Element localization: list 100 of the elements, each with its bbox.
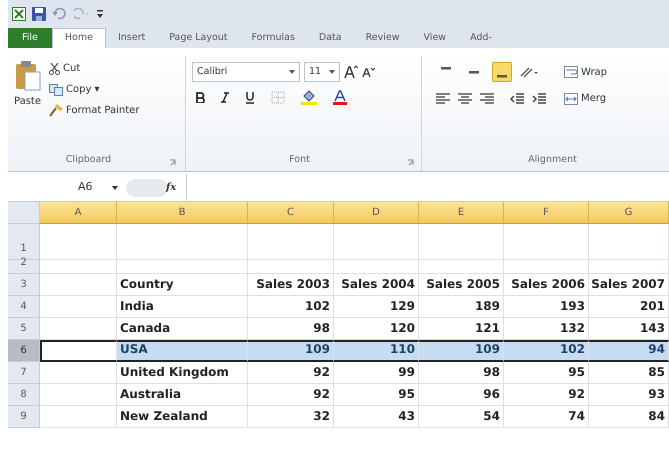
table-cell: Sales 2005 (419, 274, 504, 296)
row-header[interactable]: 2 (8, 260, 40, 274)
insert-function-button[interactable]: fx (166, 180, 176, 195)
table-cell: India (117, 296, 248, 318)
wrap-text-button[interactable]: Wrap (562, 64, 610, 80)
save-icon[interactable] (32, 7, 46, 21)
table-cell: 54 (419, 406, 504, 428)
table-cell: 102 (504, 340, 589, 362)
fill-color-icon[interactable] (301, 90, 317, 105)
copy-button[interactable]: Copy ▾ (47, 81, 142, 98)
group-label: Alignment (527, 152, 578, 167)
table-cell: 85 (589, 362, 669, 384)
shrink-font-icon[interactable] (362, 66, 375, 78)
table-cell: 99 (334, 362, 419, 384)
table-cell: 74 (504, 406, 589, 428)
table-cell: 92 (248, 384, 334, 406)
table-cell: Sales 2006 (504, 274, 589, 296)
table-cell: 201 (589, 296, 669, 318)
row-header[interactable]: 6 (8, 340, 40, 362)
align-right-icon[interactable] (480, 92, 494, 104)
column-header[interactable]: A (40, 202, 117, 224)
group-label: Clipboard (64, 152, 112, 167)
font-size-field[interactable]: 11 (304, 62, 340, 82)
file-tab[interactable]: File (8, 28, 52, 48)
table-cell: New Zealand (117, 406, 248, 428)
dialog-launcher-icon[interactable] (169, 159, 177, 167)
table-cell: 93 (589, 384, 669, 406)
cut-button[interactable]: Cut (47, 60, 142, 77)
table-cell: 102 (248, 296, 334, 318)
orientation-icon[interactable] (520, 66, 538, 78)
table-cell: 92 (248, 362, 334, 384)
excel-icon[interactable] (12, 7, 26, 21)
copy-icon (49, 84, 63, 96)
column-header[interactable]: F (504, 202, 589, 224)
table-cell: USA (117, 340, 248, 362)
align-center-icon[interactable] (458, 92, 472, 104)
table-cell: 95 (334, 384, 419, 406)
grow-font-icon[interactable] (344, 65, 358, 79)
table-cell: Australia (117, 384, 248, 406)
table-cell: 109 (419, 340, 504, 362)
ribbon-tab[interactable]: Data (306, 28, 354, 48)
clipboard-icon (14, 61, 40, 91)
column-header[interactable]: E (419, 202, 504, 224)
row-header[interactable]: 4 (8, 296, 40, 318)
ribbon-tab[interactable]: Page Layout (157, 28, 240, 48)
increase-indent-icon[interactable] (532, 92, 546, 104)
merge-icon (564, 92, 578, 104)
table-cell: Sales 2007 (589, 274, 669, 296)
table-cell: 109 (248, 340, 334, 362)
column-header[interactable]: D (334, 202, 419, 224)
table-cell: 94 (589, 340, 669, 362)
paste-button[interactable]: Paste (12, 60, 43, 119)
table-cell: 129 (334, 296, 419, 318)
ribbon-tab[interactable]: Formulas (240, 28, 307, 48)
font-color-icon[interactable] (333, 90, 347, 105)
customize-menu-icon[interactable] (96, 8, 104, 20)
table-cell: 98 (419, 362, 504, 384)
bottom-align-icon[interactable] (492, 62, 512, 82)
name-box[interactable]: A6 (8, 176, 118, 198)
table-cell: 95 (504, 362, 589, 384)
table-cell: United Kingdom (117, 362, 248, 384)
scissors-icon (49, 62, 60, 74)
column-header[interactable]: G (589, 202, 669, 224)
ribbon-tab[interactable]: Insert (106, 28, 158, 48)
table-cell: 92 (504, 384, 589, 406)
table-cell: 189 (419, 296, 504, 318)
ribbon-tab[interactable]: Home (52, 28, 106, 48)
dropdown-caret-icon[interactable] (112, 186, 118, 190)
dialog-launcher-icon[interactable] (407, 159, 415, 167)
group-label: Font (288, 152, 311, 167)
bold-icon[interactable] (196, 92, 205, 103)
ribbon-tab[interactable]: Review (354, 28, 412, 48)
merge-button[interactable]: Merg (562, 90, 608, 107)
table-cell: 110 (334, 340, 419, 362)
table-cell: 96 (419, 384, 504, 406)
ribbon-tab[interactable]: View (412, 28, 458, 48)
row-header[interactable]: 5 (8, 318, 40, 340)
table-cell: Sales 2003 (248, 274, 334, 296)
dropdown-caret-icon[interactable] (289, 70, 295, 74)
decrease-indent-icon[interactable] (510, 92, 524, 104)
wrap-text-icon (564, 66, 578, 78)
table-cell: Country (117, 274, 248, 296)
table-cell: 84 (589, 406, 669, 428)
italic-icon[interactable] (221, 92, 229, 103)
table-cell: 193 (504, 296, 589, 318)
dropdown-caret-icon[interactable] (329, 70, 335, 74)
font-name-field[interactable]: Calibri (192, 62, 300, 82)
table-cell: 32 (248, 406, 334, 428)
table-cell: Sales 2004 (334, 274, 419, 296)
underline-icon[interactable] (245, 91, 255, 104)
row-header[interactable]: 7 (8, 362, 40, 384)
ribbon-tab[interactable]: Add- (458, 28, 504, 48)
column-header[interactable]: B (117, 202, 248, 224)
format-painter-button[interactable]: Format Painter (47, 102, 142, 119)
align-left-icon[interactable] (436, 92, 450, 104)
column-header[interactable]: C (248, 202, 334, 224)
row-header[interactable]: 9 (8, 406, 40, 428)
row-header[interactable]: 8 (8, 384, 40, 406)
row-header[interactable]: 3 (8, 274, 40, 296)
table-cell: 43 (334, 406, 419, 428)
